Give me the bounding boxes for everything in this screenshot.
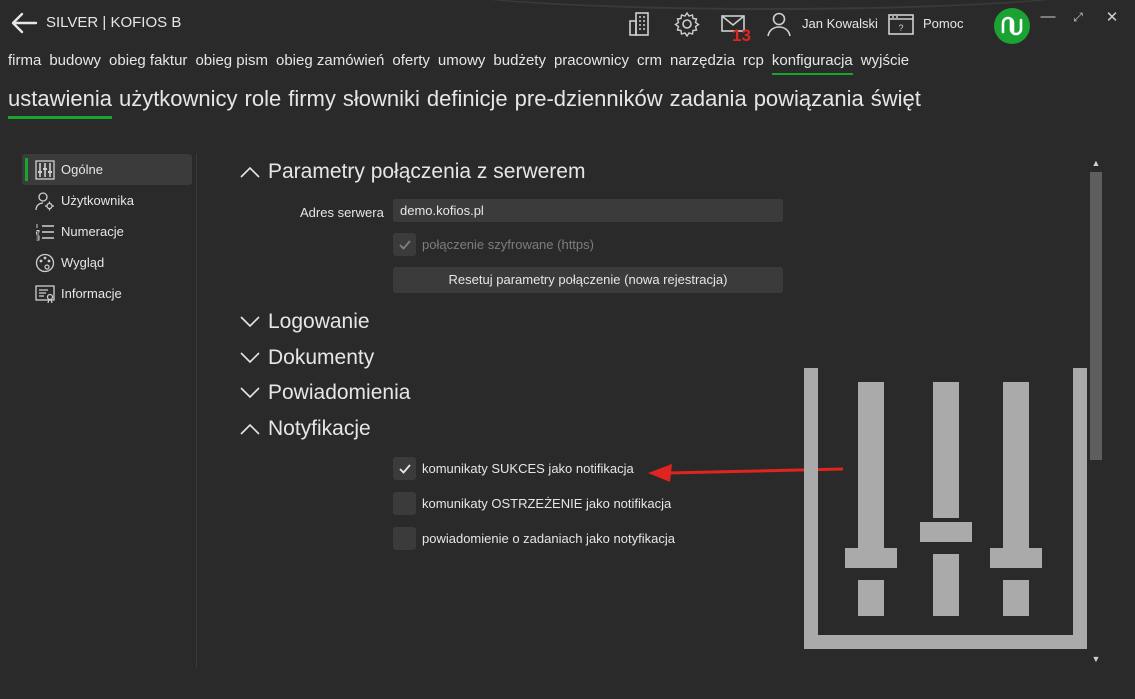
sidebar-item-numeracje[interactable]: Numeracje <box>22 216 192 247</box>
user-name[interactable]: Jan Kowalski <box>802 16 878 31</box>
help-icon[interactable]: ? <box>887 10 915 38</box>
scroll-down-icon[interactable]: ▼ <box>1088 652 1104 666</box>
chevron-down-icon <box>240 316 260 328</box>
settings-sidebar: Ogólne Użytkownika Numeracje Wygląd Info… <box>22 154 192 309</box>
main-menu-item[interactable]: konfiguracja <box>771 52 853 75</box>
section-title: Logowanie <box>268 310 370 333</box>
chevron-up-icon <box>240 166 260 178</box>
user-icon[interactable] <box>765 10 793 38</box>
section-title: Powiadomienia <box>268 381 411 404</box>
checkmark-icon <box>398 239 411 250</box>
warning-notification-checkbox[interactable] <box>393 492 416 515</box>
minimize-icon[interactable]: — <box>1038 8 1058 25</box>
main-menu-item[interactable]: oferty <box>392 52 430 75</box>
main-menu-item[interactable]: wyjście <box>861 52 909 75</box>
sidebar-item-ogolne[interactable]: Ogólne <box>22 154 192 185</box>
sub-menu-item[interactable]: firmy <box>288 86 336 119</box>
sub-menu-item[interactable]: święt <box>871 86 921 119</box>
sidebar-divider <box>196 154 197 668</box>
sidebar-item-label: Użytkownika <box>61 193 134 208</box>
sidebar-item-uzytkownika[interactable]: Użytkownika <box>22 185 192 216</box>
scroll-up-icon[interactable]: ▲ <box>1088 156 1104 170</box>
section-title: Parametry połączenia z serwerem <box>268 160 586 183</box>
sidebar-item-label: Ogólne <box>61 162 103 177</box>
sidebar-item-informacje[interactable]: Informacje <box>22 278 192 309</box>
logo-icon <box>994 8 1030 44</box>
sub-menu-item[interactable]: pre-dzienników <box>515 86 663 119</box>
chevron-down-icon <box>240 352 260 364</box>
user-gear-icon <box>35 191 54 210</box>
main-menu-item[interactable]: firma <box>8 52 41 75</box>
main-menu-item[interactable]: crm <box>637 52 662 75</box>
main-menu-item[interactable]: pracownicy <box>554 52 629 75</box>
server-address-input[interactable]: demo.kofios.pl <box>393 199 783 222</box>
checkmark-icon <box>398 463 411 474</box>
app-title: SILVER | KOFIOS B <box>46 14 182 31</box>
sub-menu: ustawienia użytkownicy role firmy słowniki de… <box>8 86 921 119</box>
option-label: komunikaty OSTRZEŻENIE jako notifikacja <box>422 496 672 511</box>
numbered-list-icon <box>36 223 54 240</box>
back-arrow-icon[interactable] <box>10 11 38 35</box>
sliders-icon <box>35 159 55 180</box>
sub-menu-item[interactable]: zadania <box>670 86 747 119</box>
mail-count-badge: 13 <box>732 26 751 45</box>
main-menu-item[interactable]: narzędzia <box>670 52 735 75</box>
https-label: połączenie szyfrowane (https) <box>422 237 594 252</box>
main-menu-item[interactable]: obieg faktur <box>109 52 187 75</box>
https-checkbox[interactable] <box>393 233 416 256</box>
main-menu-item[interactable]: rcp <box>743 52 764 75</box>
main-menu-item[interactable]: budżety <box>493 52 546 75</box>
sliders-watermark-icon <box>804 368 1087 649</box>
gear-icon[interactable] <box>673 10 701 38</box>
sub-menu-item[interactable]: użytkownicy <box>119 86 238 119</box>
maximize-icon[interactable]: ⤢ <box>1068 10 1088 25</box>
server-address-label: Adres serwera <box>300 205 384 220</box>
building-icon[interactable] <box>627 10 655 38</box>
sidebar-item-label: Numeracje <box>61 224 124 239</box>
help-label[interactable]: Pomoc <box>923 16 963 31</box>
main-menu: firma budowy obieg faktur obieg pism obieg z… <box>8 52 909 75</box>
sub-menu-item[interactable]: słowniki <box>343 86 420 119</box>
section-alerts-header[interactable]: Powiadomienia <box>240 381 410 405</box>
sub-menu-item[interactable]: role <box>245 86 282 119</box>
chevron-down-icon <box>240 387 260 399</box>
section-documents-header[interactable]: Dokumenty <box>240 346 374 370</box>
main-menu-item[interactable]: budowy <box>49 52 101 75</box>
palette-icon <box>35 253 55 272</box>
section-title: Notyfikacje <box>268 417 371 440</box>
sub-menu-item[interactable]: definicje <box>427 86 508 119</box>
info-card-icon <box>35 284 55 303</box>
section-connection-header[interactable]: Parametry połączenia z serwerem <box>240 160 585 184</box>
success-notification-checkbox[interactable] <box>393 457 416 480</box>
section-logging-header[interactable]: Logowanie <box>240 310 370 334</box>
main-menu-item[interactable]: obieg pism <box>195 52 268 75</box>
option-label: powiadomienie o zadaniach jako notyfikac… <box>422 531 675 546</box>
section-notifications-header[interactable]: Notyfikacje <box>240 417 371 441</box>
https-checkbox-row: połączenie szyfrowane (https) <box>393 233 594 256</box>
section-title: Dokumenty <box>268 346 375 369</box>
sub-menu-item[interactable]: powiązania <box>754 86 864 119</box>
sub-menu-item[interactable]: ustawienia <box>8 86 112 119</box>
sidebar-item-label: Wygląd <box>61 255 105 270</box>
reset-connection-button[interactable]: Resetuj parametry połączenie (nowa rejes… <box>393 267 783 293</box>
notification-option-success: komunikaty SUKCES jako notifikacja <box>393 457 634 480</box>
main-menu-item[interactable]: umowy <box>438 52 486 75</box>
main-menu-item[interactable]: obieg zamówień <box>276 52 384 75</box>
chevron-up-icon <box>240 423 260 435</box>
scrollbar-thumb[interactable] <box>1090 172 1102 460</box>
notification-option-tasks: powiadomienie o zadaniach jako notyfikac… <box>393 527 675 550</box>
close-icon[interactable]: ✕ <box>1102 8 1122 26</box>
sidebar-item-label: Informacje <box>61 286 122 301</box>
task-notification-checkbox[interactable] <box>393 527 416 550</box>
sidebar-item-wyglad[interactable]: Wygląd <box>22 247 192 278</box>
svg-text:?: ? <box>898 23 903 33</box>
notification-option-warning: komunikaty OSTRZEŻENIE jako notifikacja <box>393 492 671 515</box>
option-label: komunikaty SUKCES jako notifikacja <box>422 461 634 476</box>
